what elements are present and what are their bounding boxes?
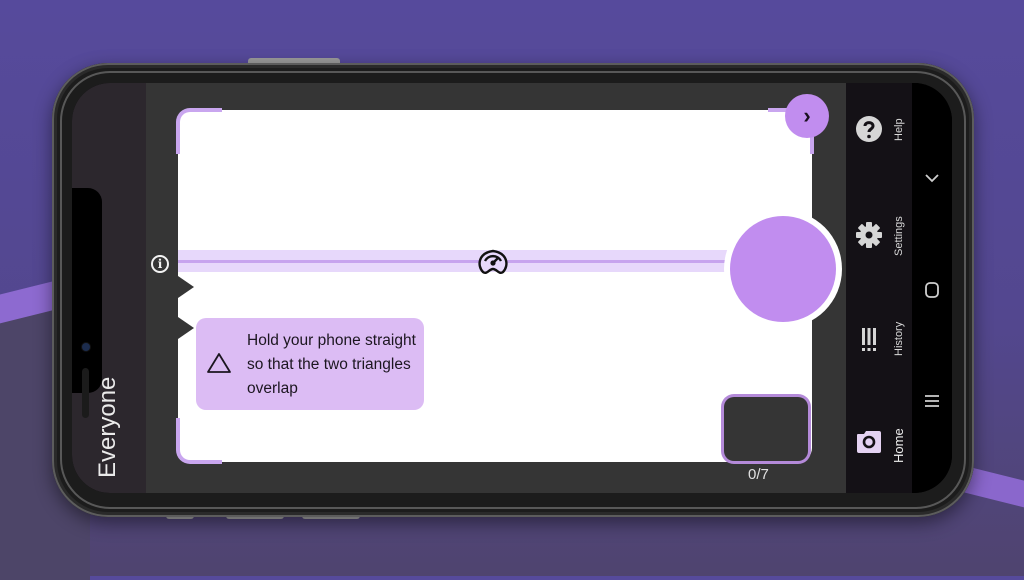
- rail-item-help[interactable]: Help: [846, 111, 912, 171]
- info-icon[interactable]: i: [151, 255, 169, 273]
- audience-label[interactable]: Everyone: [94, 377, 122, 478]
- earpiece-speaker: [82, 368, 89, 418]
- tilt-triangle: [178, 317, 194, 339]
- notch: [72, 188, 102, 418]
- frame-corner-top-left: [176, 108, 222, 154]
- rail-item-history[interactable]: History: [846, 318, 912, 398]
- rail-label-history: History: [893, 321, 905, 356]
- back-icon[interactable]: [922, 168, 942, 188]
- hint-text: Hold your phone straight so that the two…: [247, 332, 416, 397]
- navigation-rail: Help Settings History Home: [846, 83, 912, 493]
- gauge-icon: [478, 249, 508, 274]
- frame-corner-bottom-left: [176, 418, 222, 464]
- level-target-circle: [730, 216, 836, 322]
- camera-icon: [857, 431, 881, 453]
- rail-label-home: Home: [891, 428, 906, 463]
- recents-icon[interactable]: [922, 391, 942, 411]
- gear-icon: [856, 222, 882, 248]
- phone-screen: Everyone › i Hold your phone straight so…: [72, 83, 952, 493]
- history-icon: [862, 328, 876, 351]
- front-camera: [82, 343, 90, 351]
- hint-tooltip: Hold your phone straight so that the two…: [196, 318, 424, 410]
- triangle-warning-icon: [207, 353, 231, 373]
- system-navigation-bar: [912, 83, 952, 493]
- rail-item-home[interactable]: Home: [846, 421, 912, 491]
- help-icon: [856, 116, 882, 142]
- reference-triangle: [178, 276, 194, 298]
- capture-thumbnail[interactable]: [724, 397, 808, 461]
- rail-label-settings: Settings: [893, 216, 905, 256]
- home-icon[interactable]: [922, 280, 942, 300]
- next-button[interactable]: ›: [785, 94, 829, 138]
- capture-counter: 0/7: [748, 466, 769, 483]
- rail-item-settings[interactable]: Settings: [846, 211, 912, 291]
- rail-label-help: Help: [893, 118, 905, 141]
